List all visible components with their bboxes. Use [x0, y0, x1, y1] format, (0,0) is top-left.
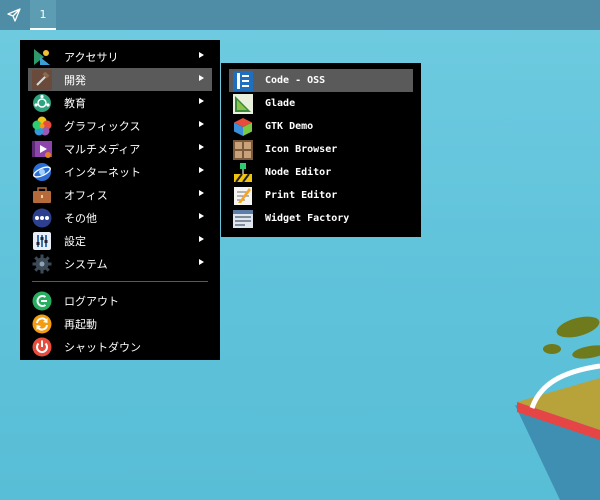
menu-item-logout[interactable]: ログアウト: [28, 289, 212, 312]
menu-item-label: 再起動: [64, 317, 97, 331]
code-oss-icon: [233, 70, 253, 91]
main-menu: アクセサリ 開発 教育 グラフィックス マルチメディア インターネット オフィス…: [20, 40, 220, 360]
node-editor-icon: [233, 162, 253, 183]
reboot-icon: [32, 314, 52, 334]
submenu-item-label: GTK Demo: [265, 121, 314, 132]
submenu-arrow-icon: [199, 144, 204, 150]
menu-item-label: インターネット: [64, 165, 141, 179]
logout-icon: [32, 291, 52, 311]
accessories-icon: [32, 47, 52, 67]
submenu-item-code-oss[interactable]: Code - OSS: [229, 69, 413, 92]
submenu-item-label: Glade: [265, 98, 296, 109]
taskbar: 1: [0, 0, 600, 30]
menu-item-graphics[interactable]: グラフィックス: [28, 114, 212, 137]
gtk-demo-icon: [233, 117, 253, 137]
icon-browser-icon: [233, 139, 253, 160]
submenu-item-node-editor[interactable]: Node Editor: [229, 161, 413, 184]
submenu-arrow-icon: [199, 259, 204, 265]
menu-item-reboot[interactable]: 再起動: [28, 312, 212, 335]
shutdown-icon: [32, 337, 52, 357]
widget-factory-icon: [233, 209, 253, 229]
send-icon: [7, 8, 21, 22]
menu-item-label: その他: [64, 211, 97, 225]
submenu-arrow-icon: [199, 213, 204, 219]
multimedia-icon: [32, 139, 52, 159]
menu-item-label: オフィス: [64, 188, 108, 202]
submenu-item-gtk-demo[interactable]: GTK Demo: [229, 115, 413, 138]
submenu-arrow-icon: [199, 167, 204, 173]
app-launcher-button[interactable]: [2, 0, 26, 30]
submenu-item-label: Node Editor: [265, 167, 332, 178]
menu-item-label: アクセサリ: [64, 50, 119, 64]
submenu-item-print-editor[interactable]: Print Editor: [229, 184, 413, 207]
menu-item-label: グラフィックス: [64, 119, 141, 133]
menu-item-label: マルチメディア: [64, 142, 141, 156]
menu-item-development[interactable]: 開発: [28, 68, 212, 91]
menu-item-label: シャットダウン: [64, 340, 141, 354]
submenu-arrow-icon: [199, 121, 204, 127]
education-icon: [32, 93, 52, 113]
menu-item-education[interactable]: 教育: [28, 91, 212, 114]
other-icon: [32, 208, 52, 228]
submenu-item-label: Widget Factory: [265, 213, 350, 224]
menu-item-label: 教育: [64, 96, 86, 110]
menu-item-office[interactable]: オフィス: [28, 183, 212, 206]
submenu-arrow-icon: [199, 190, 204, 196]
settings-icon: [32, 231, 52, 251]
submenu-item-widget-factory[interactable]: Widget Factory: [229, 207, 413, 230]
submenu-item-icon-browser[interactable]: Icon Browser: [229, 138, 413, 161]
menu-item-label: 設定: [64, 234, 86, 248]
submenu-arrow-icon: [199, 52, 204, 58]
submenu-arrow-icon: [199, 98, 204, 104]
development-submenu: Code - OSS Glade GTK Demo Icon Browser N…: [221, 63, 421, 237]
menu-item-label: ログアウト: [64, 294, 119, 308]
glade-icon: [233, 93, 253, 114]
menu-item-settings[interactable]: 設定: [28, 229, 212, 252]
office-icon: [32, 185, 52, 205]
development-icon: [32, 69, 52, 90]
workspace-1-button[interactable]: 1: [30, 0, 56, 30]
graphics-icon: [32, 116, 52, 136]
menu-separator: [32, 281, 208, 282]
submenu-item-label: Code - OSS: [265, 75, 326, 86]
submenu-item-label: Icon Browser: [265, 144, 338, 155]
menu-item-internet[interactable]: インターネット: [28, 160, 212, 183]
submenu-arrow-icon: [199, 75, 204, 81]
submenu-item-glade[interactable]: Glade: [229, 92, 413, 115]
internet-icon: [32, 162, 52, 182]
menu-item-label: 開発: [64, 73, 86, 87]
menu-item-system[interactable]: システム: [28, 252, 212, 275]
system-icon: [32, 254, 52, 274]
submenu-arrow-icon: [199, 236, 204, 242]
menu-item-other[interactable]: その他: [28, 206, 212, 229]
menu-item-accessories[interactable]: アクセサリ: [28, 45, 212, 68]
menu-item-multimedia[interactable]: マルチメディア: [28, 137, 212, 160]
menu-item-shutdown[interactable]: シャットダウン: [28, 335, 212, 358]
print-editor-icon: [233, 186, 253, 206]
submenu-item-label: Print Editor: [265, 190, 338, 201]
menu-item-label: システム: [64, 257, 108, 271]
